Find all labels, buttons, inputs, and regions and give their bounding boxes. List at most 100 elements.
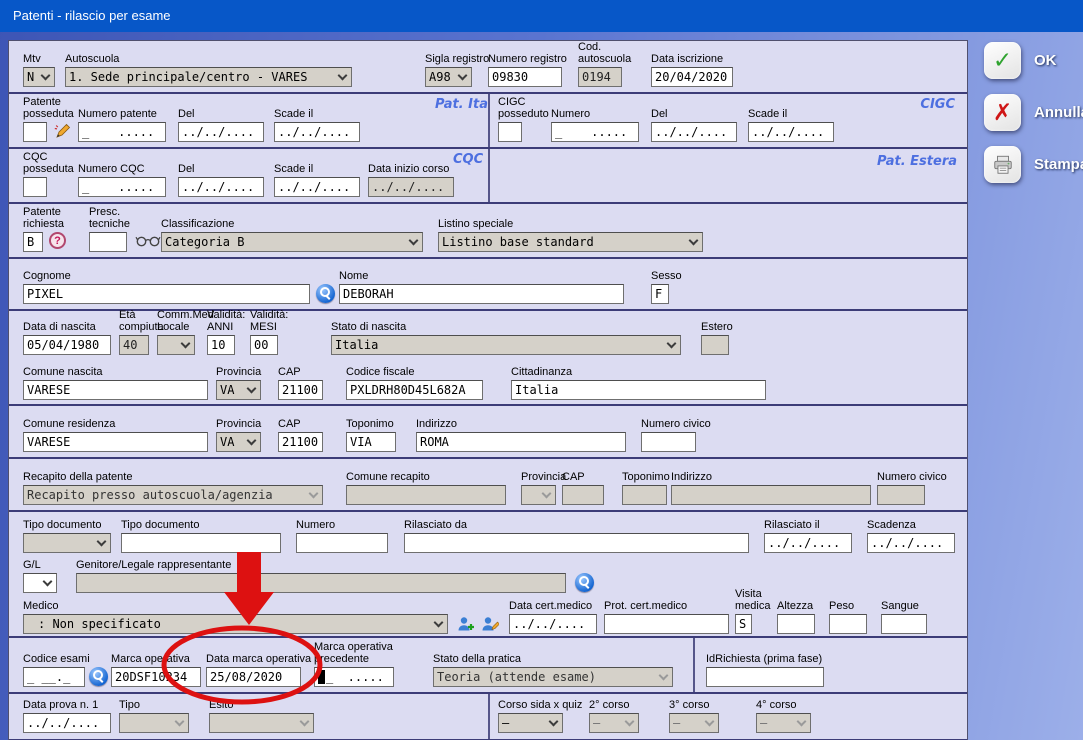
corso-sida-quiz-dropdown[interactable]: –	[498, 713, 563, 733]
cigc-scade-input[interactable]: ../../....	[748, 122, 834, 142]
classificazione-dropdown[interactable]: Categoria B	[161, 232, 423, 252]
indirizzo-input[interactable]: ROMA	[416, 432, 626, 452]
data-cert-medico-input[interactable]: ../../....	[509, 614, 597, 634]
cqc-scade-input[interactable]: ../../....	[274, 177, 360, 197]
pat-estera-badge: Pat. Estera	[877, 154, 957, 169]
cap-residenza-input[interactable]: 21100	[278, 432, 323, 452]
marca-precedente-input[interactable]: _ .....	[314, 667, 394, 687]
search-icon[interactable]	[316, 284, 335, 303]
patente-del-input[interactable]: ../../....	[178, 122, 264, 142]
patente-del-label: Del	[178, 108, 195, 120]
visita-medica-input[interactable]: S	[735, 614, 752, 634]
sangue-input[interactable]	[881, 614, 927, 634]
search-icon[interactable]	[575, 573, 594, 592]
tipo-documento-dropdown[interactable]	[23, 533, 111, 553]
stato-nascita-dropdown[interactable]: Italia	[331, 335, 681, 355]
listino-speciale-label: Listino speciale	[438, 218, 513, 230]
cognome-input[interactable]: PIXEL	[23, 284, 310, 304]
altezza-input[interactable]	[777, 614, 815, 634]
cap-recapito-label: CAP	[562, 471, 585, 483]
comune-residenza-input[interactable]: VARESE	[23, 432, 208, 452]
numero-registro-label: Numero registro	[488, 53, 567, 65]
presc-tecniche-input[interactable]	[89, 232, 127, 252]
stato-pratica-label: Stato della pratica	[433, 653, 521, 665]
listino-speciale-dropdown[interactable]: Listino base standard	[438, 232, 703, 252]
medico-dropdown[interactable]: : Non specificato	[23, 614, 448, 634]
corso-3-label: 3° corso	[669, 699, 709, 711]
documento-numero-input[interactable]	[296, 533, 388, 553]
section-nascita: Data di nascita 05/04/1980 Età compiuta …	[9, 311, 967, 406]
edit-person-icon[interactable]	[481, 615, 499, 633]
esito-dropdown	[209, 713, 314, 733]
scadenza-input[interactable]: ../../....	[867, 533, 955, 553]
add-person-icon[interactable]	[457, 615, 475, 633]
numero-patente-input[interactable]: _ .....	[78, 122, 166, 142]
validita-anni-input[interactable]: 10	[207, 335, 235, 355]
cigc-numero-input[interactable]: _ .....	[551, 122, 639, 142]
data-nascita-label: Data di nascita	[23, 321, 96, 333]
sesso-input[interactable]: F	[651, 284, 669, 304]
patente-posseduta-input[interactable]	[23, 122, 47, 142]
autoscuola-dropdown[interactable]: 1. Sede principale/centro - VARES	[65, 67, 352, 87]
toponimo-input[interactable]: VIA	[346, 432, 396, 452]
rilasciato-il-input[interactable]: ../../....	[764, 533, 852, 553]
data-marca-operativa-input[interactable]: 25/08/2020	[206, 667, 301, 687]
glasses-icon[interactable]	[135, 234, 161, 247]
help-question-icon[interactable]: ?	[49, 232, 66, 249]
search-icon[interactable]	[89, 667, 108, 686]
civico-recapito-input	[877, 485, 925, 505]
chevron-down-icon	[338, 71, 348, 81]
data-iscrizione-input[interactable]: 20/04/2020	[651, 67, 733, 87]
gl-dropdown[interactable]	[23, 573, 57, 593]
comm-med-locale-dropdown[interactable]	[157, 335, 195, 355]
numero-cqc-input[interactable]: _ .....	[78, 177, 166, 197]
data-prova-1-input[interactable]: ../../....	[23, 713, 111, 733]
validita-mesi-label: Validità: MESI	[250, 309, 288, 333]
eta-compiuta-input: 40	[119, 335, 149, 355]
group-divider	[488, 94, 490, 147]
comune-nascita-input[interactable]: VARESE	[23, 380, 208, 400]
section-patente-cigc: Patente posseduta Numero patente _ .....…	[9, 94, 967, 149]
cigc-del-input[interactable]: ../../....	[651, 122, 737, 142]
mtv-dropdown[interactable]: N	[23, 67, 55, 87]
provincia-residenza-dropdown[interactable]: VA	[216, 432, 261, 452]
idrichiesta-input[interactable]	[706, 667, 824, 687]
data-nascita-input[interactable]: 05/04/1980	[23, 335, 111, 355]
chevron-down-icon	[175, 717, 185, 727]
numero-civico-label: Numero civico	[641, 418, 711, 430]
cigc-posseduto-input[interactable]	[498, 122, 522, 142]
cqc-posseduta-label: CQC posseduta	[23, 151, 74, 175]
cqc-del-input[interactable]: ../../....	[178, 177, 264, 197]
chevron-down-icon	[409, 236, 419, 246]
sigla-registro-dropdown[interactable]: A98	[425, 67, 472, 87]
ok-button[interactable]: ✓ OK	[984, 42, 1057, 79]
prot-cert-medico-input[interactable]	[604, 614, 729, 634]
codice-fiscale-input[interactable]: PXLDRH80D45L682A	[346, 380, 483, 400]
rilasciato-da-input[interactable]	[404, 533, 749, 553]
patente-richiesta-input[interactable]: B	[23, 232, 43, 252]
stampa-button[interactable]: Stampa	[984, 146, 1083, 183]
numero-civico-input[interactable]	[641, 432, 696, 452]
marca-operativa-input[interactable]: 20DSF10234	[111, 667, 201, 687]
peso-input[interactable]	[829, 614, 867, 634]
provincia-nascita-dropdown[interactable]: VA	[216, 380, 261, 400]
chevron-down-icon	[43, 577, 53, 587]
chevron-down-icon	[97, 537, 107, 547]
comm-med-locale-label: Comm.Med Locale	[157, 309, 214, 333]
numero-registro-input[interactable]: 09830	[488, 67, 562, 87]
nome-input[interactable]: DEBORAH	[339, 284, 624, 304]
cqc-posseduta-input[interactable]	[23, 177, 47, 197]
chevron-down-icon	[309, 489, 319, 499]
indirizzo-label: Indirizzo	[416, 418, 457, 430]
patente-scade-input[interactable]: ../../....	[274, 122, 360, 142]
cap-nascita-input[interactable]: 21100	[278, 380, 323, 400]
cittadinanza-input[interactable]: Italia	[511, 380, 766, 400]
data-inizio-corso-input: ../../....	[368, 177, 454, 197]
annulla-button[interactable]: ✗ Annulla	[984, 94, 1083, 131]
chevron-down-icon	[458, 71, 468, 81]
cqc-del-label: Del	[178, 163, 195, 175]
codice-esami-input[interactable]: _ __._	[23, 667, 85, 687]
tipo-documento-input[interactable]	[121, 533, 281, 553]
edit-pencil-icon[interactable]	[53, 122, 71, 140]
validita-mesi-input[interactable]: 00	[250, 335, 278, 355]
